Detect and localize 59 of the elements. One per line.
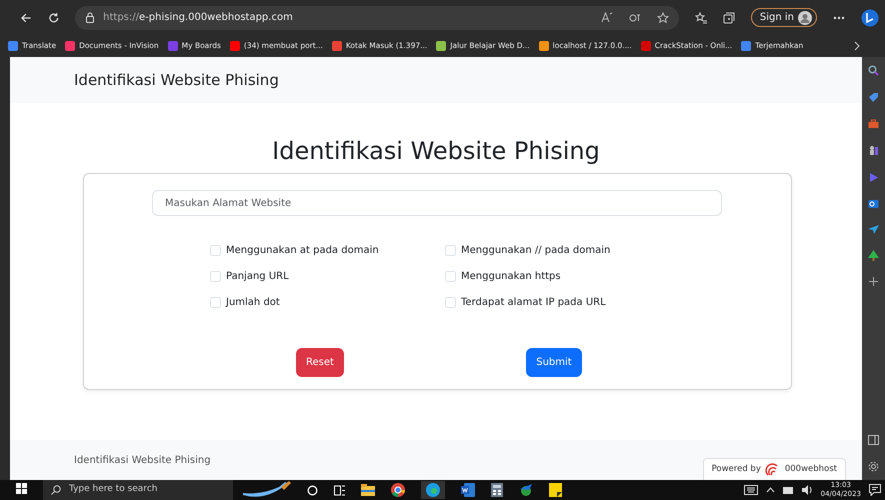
taskbar-search-field[interactable]: Type here to search [43,480,233,500]
word-icon[interactable] [461,483,475,497]
collections-icon[interactable] [722,12,735,24]
sidebar-toggle-icon[interactable] [868,435,879,445]
tag-icon[interactable] [868,92,879,103]
paintbrush-icon [241,481,291,499]
page-heading: Identifikasi Website Phising [272,137,600,165]
sticky-note-icon[interactable] [549,483,562,497]
reset-button[interactable]: Reset [296,348,344,377]
task-view-icon[interactable] [334,484,345,496]
address-bar[interactable]: https://e-phising.000webhostapp.com [75,6,679,30]
checkbox[interactable] [210,297,221,308]
chevron-up-icon[interactable] [766,487,775,493]
mail-app-icon[interactable] [868,199,879,209]
back-icon[interactable] [20,12,32,24]
edge-icon[interactable] [426,482,440,497]
cortana-icon[interactable] [307,484,318,496]
favorites-icon[interactable] [694,12,707,24]
search-icon [51,485,61,495]
checkbox[interactable] [445,297,456,308]
refresh-icon[interactable] [48,12,60,24]
checkbox[interactable] [445,271,456,282]
battery-icon[interactable] [782,486,794,494]
checkbox-option[interactable]: Panjang URL [210,269,445,284]
footer-text: Identifikasi Website Phising [74,454,211,468]
search-icon[interactable] [868,65,879,76]
url-input[interactable]: Masukan Alamat Website [152,190,722,216]
checkbox[interactable] [210,271,221,282]
chrome-icon[interactable] [391,483,405,497]
volume-icon[interactable] [802,485,813,495]
checkbox-option[interactable]: Menggunakan // pada domain [445,243,680,258]
calculator-icon[interactable] [491,483,503,497]
navbar-brand[interactable]: Identifikasi Website Phising [74,68,279,92]
checkbox-option[interactable]: Jumlah dot [210,295,445,310]
toolbox-icon[interactable] [868,119,879,129]
windows-icon[interactable] [16,483,27,494]
read-aloud-icon[interactable] [600,12,613,23]
checkbox[interactable] [445,245,456,256]
avatar-icon [798,10,812,24]
checkbox[interactable] [210,245,221,256]
checkbox-option[interactable]: Menggunakan https [445,269,680,284]
favorite-add-icon[interactable] [656,12,669,24]
game-piece-icon[interactable] [868,145,879,156]
checkbox-option[interactable]: Terdapat alamat IP pada URL [445,295,680,310]
lock-icon [85,12,96,23]
chevron-right-icon[interactable] [853,41,861,52]
sign-in-button[interactable]: Sign in [750,8,817,27]
powered-by-badge[interactable]: Powered by 000webhost [702,458,846,480]
paper-plane-icon[interactable] [868,225,879,234]
folder-icon[interactable] [361,484,375,496]
settings-icon[interactable] [868,461,879,472]
checkbox-option[interactable]: Menggunakan at pada domain [210,243,445,258]
more-icon[interactable] [833,16,845,20]
submit-button[interactable]: Submit [526,348,582,377]
notification-icon[interactable] [869,484,881,496]
url-text: https://e-phising.000webhostapp.com [103,11,293,25]
tree-icon[interactable] [868,250,879,261]
keyboard-icon[interactable] [744,485,758,495]
plus-icon[interactable] [869,277,878,286]
